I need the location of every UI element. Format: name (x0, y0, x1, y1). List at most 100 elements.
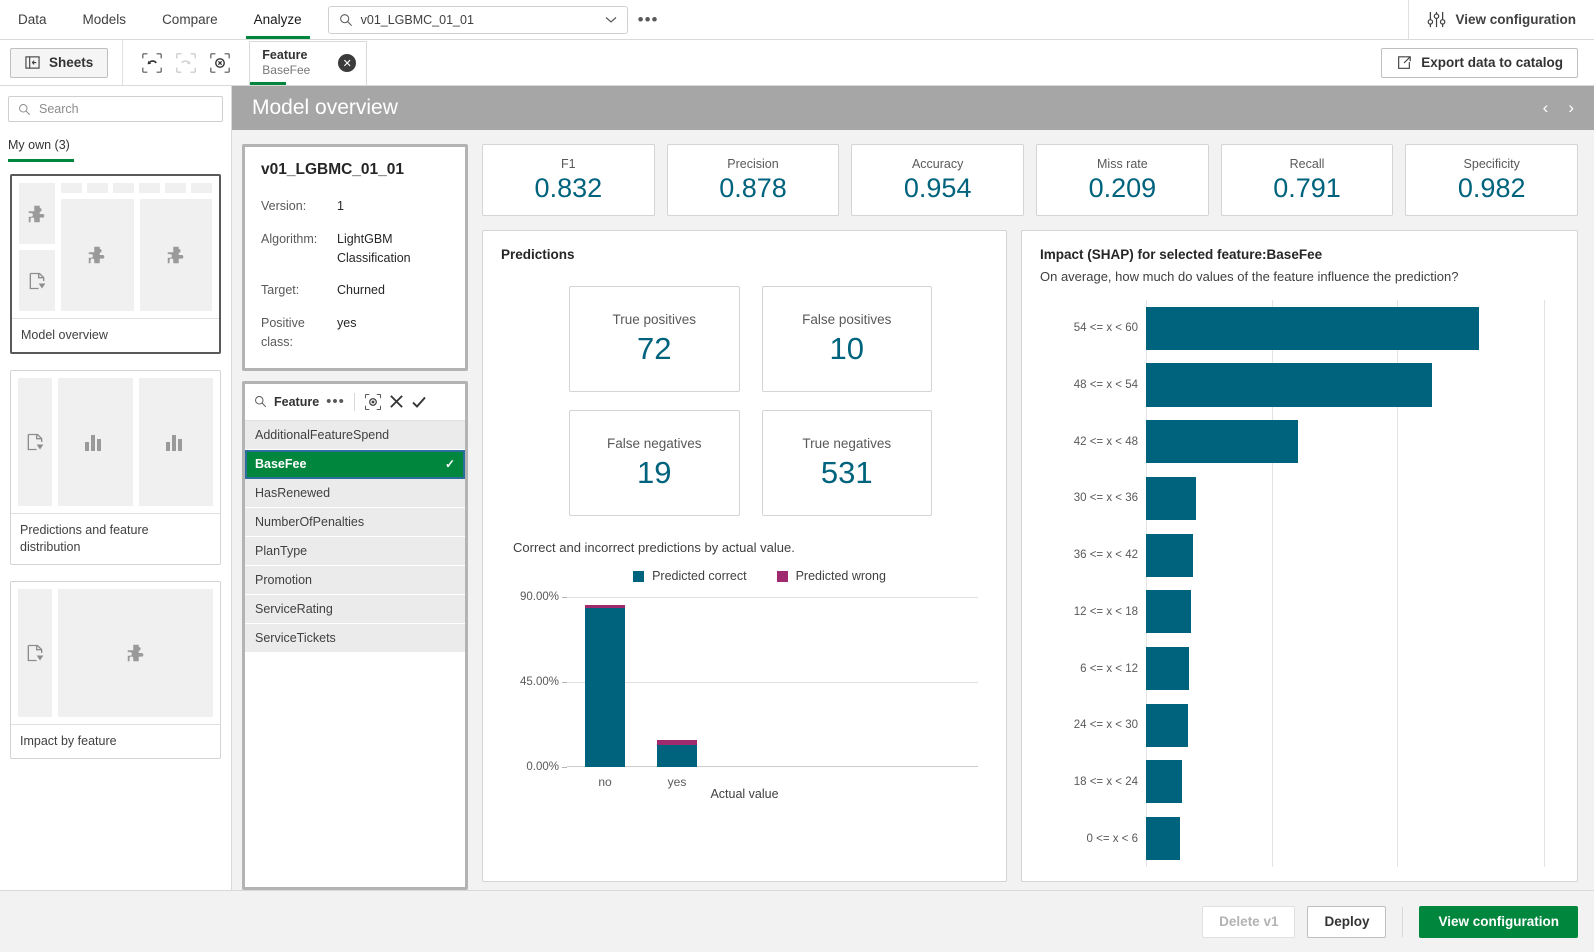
ytick-0 (562, 767, 567, 768)
view-configuration-top-button[interactable]: View configuration (1409, 0, 1594, 39)
shap-bar[interactable] (1146, 534, 1193, 577)
shap-bar[interactable] (1146, 477, 1196, 520)
ytick-label-45: 45.00% (520, 676, 559, 688)
undo-icon[interactable] (137, 48, 167, 78)
prev-sheet-icon[interactable]: ‹ (1543, 98, 1549, 118)
list-item[interactable]: ServiceRating (245, 595, 465, 624)
list-item[interactable]: HasRenewed (245, 479, 465, 508)
model-info-row-version: Version: 1 (261, 197, 449, 216)
sheet-canvas: v01_LGBMC_01_01 Version: 1 Algorithm: Li… (232, 130, 1594, 890)
model-info-key: Algorithm: (261, 230, 337, 249)
search-icon[interactable] (254, 395, 267, 408)
shap-category-label: 36 <= x < 42 (1074, 549, 1138, 561)
close-icon[interactable]: ✕ (338, 54, 356, 72)
model-info-value: yes (337, 314, 356, 333)
next-sheet-icon[interactable]: › (1568, 98, 1574, 118)
deploy-button[interactable]: Deploy (1307, 906, 1386, 938)
view-configuration-button[interactable]: View configuration (1419, 906, 1578, 938)
bar-segment-predicted-correct[interactable] (657, 745, 697, 767)
confusion-value: 19 (637, 455, 671, 491)
sheet-thumbnail (11, 371, 220, 513)
feature-filter-list: AdditionalFeatureSpend BaseFee✓ HasRenew… (245, 421, 465, 653)
legend-item-predicted-wrong[interactable]: Predicted wrong (777, 569, 886, 583)
left-column: v01_LGBMC_01_01 Version: 1 Algorithm: Li… (242, 144, 468, 890)
shap-title: Impact (SHAP) for selected feature:BaseF… (1040, 247, 1559, 262)
kpi-card-accuracy[interactable]: Accuracy 0.954 (851, 144, 1024, 216)
kpi-label: Specificity (1464, 157, 1520, 171)
predictions-panel: Predictions True positives 72 False posi… (482, 230, 1007, 882)
list-item[interactable]: Promotion (245, 566, 465, 595)
confusion-label: False negatives (607, 436, 702, 451)
model-info-key: Version: (261, 197, 337, 216)
clear-selection-icon[interactable] (364, 393, 382, 411)
model-more-options-button[interactable]: ••• (628, 0, 669, 39)
confusion-cell-true-positives[interactable]: True positives 72 (569, 286, 740, 392)
shap-bar[interactable] (1146, 647, 1189, 690)
redo-icon[interactable] (171, 48, 201, 78)
list-item[interactable]: NumberOfPenalties (245, 508, 465, 537)
sheets-button[interactable]: Sheets (10, 48, 108, 78)
sidebar-search-input[interactable]: Search (8, 96, 223, 122)
shap-category-label: 48 <= x < 54 (1074, 379, 1138, 391)
shap-bar[interactable] (1146, 704, 1188, 747)
bar-chart-plot: 90.00% 45.00% 0.00% no (567, 597, 978, 767)
kpi-card-precision[interactable]: Precision 0.878 (667, 144, 840, 216)
confusion-cell-true-negatives[interactable]: True negatives 531 (762, 410, 933, 516)
list-item[interactable]: PlanType (245, 537, 465, 566)
confusion-cell-false-negatives[interactable]: False negatives 19 (569, 410, 740, 516)
list-item-selected[interactable]: BaseFee✓ (245, 450, 465, 479)
shap-category-label: 30 <= x < 36 (1074, 492, 1138, 504)
delete-version-button[interactable]: Delete v1 (1202, 906, 1295, 938)
sheet-card-impact-by-feature[interactable]: Impact by feature (10, 581, 221, 759)
feature-filter-menu-button[interactable]: ••• (326, 393, 345, 410)
shap-bar[interactable] (1146, 817, 1180, 860)
confusion-value: 72 (637, 331, 671, 367)
model-name: v01_LGBMC_01_01 (261, 161, 449, 179)
kpi-card-f1[interactable]: F1 0.832 (482, 144, 655, 216)
clear-selections-icon[interactable] (205, 48, 235, 78)
shap-bar[interactable] (1146, 420, 1298, 463)
confusion-cell-false-positives[interactable]: False positives 10 (762, 286, 933, 392)
list-item[interactable]: AdditionalFeatureSpend (245, 421, 465, 450)
export-icon (1396, 55, 1412, 71)
shap-bar[interactable] (1146, 760, 1182, 803)
shap-bar[interactable] (1146, 590, 1191, 633)
shap-bar[interactable] (1146, 307, 1479, 350)
model-selector[interactable]: v01_LGBMC_01_01 (328, 6, 628, 34)
nav-tab-data[interactable]: Data (0, 0, 65, 39)
cancel-selection-icon[interactable] (389, 394, 404, 409)
bar-group-no[interactable] (585, 605, 625, 767)
bar-segment-predicted-correct[interactable] (585, 608, 625, 767)
kpi-label: Accuracy (912, 157, 963, 171)
kpi-card-specificity[interactable]: Specificity 0.982 (1405, 144, 1578, 216)
shap-bar[interactable] (1146, 363, 1432, 406)
model-info-row-positive-class: Positive class: yes (261, 314, 449, 352)
nav-tab-compare[interactable]: Compare (144, 0, 236, 39)
nav-tab-analyze[interactable]: Analyze (236, 0, 320, 39)
selection-chip-feature[interactable]: Feature BaseFee ✕ (249, 41, 367, 85)
export-data-to-catalog-button[interactable]: Export data to catalog (1381, 48, 1578, 78)
confusion-value: 10 (830, 331, 864, 367)
kpi-card-recall[interactable]: Recall 0.791 (1221, 144, 1394, 216)
sidebar-tab-my-own[interactable]: My own (3) (0, 128, 231, 162)
ytick-45 (562, 682, 567, 683)
feature-label: NumberOfPenalties (255, 515, 364, 529)
confirm-selection-icon[interactable] (411, 394, 427, 410)
sheet-card-predictions-and-feature-distribution[interactable]: Predictions and feature distribution (10, 370, 221, 565)
shap-row-0: 54 <= x < 60 (1146, 300, 1545, 357)
sliders-icon (1427, 11, 1446, 28)
kpi-card-miss-rate[interactable]: Miss rate 0.209 (1036, 144, 1209, 216)
list-item[interactable]: ServiceTickets (245, 624, 465, 653)
bar-group-yes[interactable] (657, 740, 697, 767)
shap-row-5: 12 <= x < 18 (1146, 584, 1545, 641)
kpi-label: Miss rate (1097, 157, 1148, 171)
chevron-down-icon[interactable] (605, 16, 617, 24)
sheet-card-title: Predictions and feature distribution (11, 513, 220, 564)
kpi-value: 0.791 (1273, 173, 1341, 204)
ytick-label-90: 90.00% (520, 591, 559, 603)
feature-label: ServiceRating (255, 602, 333, 616)
legend-item-predicted-correct[interactable]: Predicted correct (633, 569, 746, 583)
nav-tab-models[interactable]: Models (65, 0, 145, 39)
sheet-card-model-overview[interactable]: Model overview (10, 174, 221, 354)
feature-label: ServiceTickets (255, 631, 336, 645)
